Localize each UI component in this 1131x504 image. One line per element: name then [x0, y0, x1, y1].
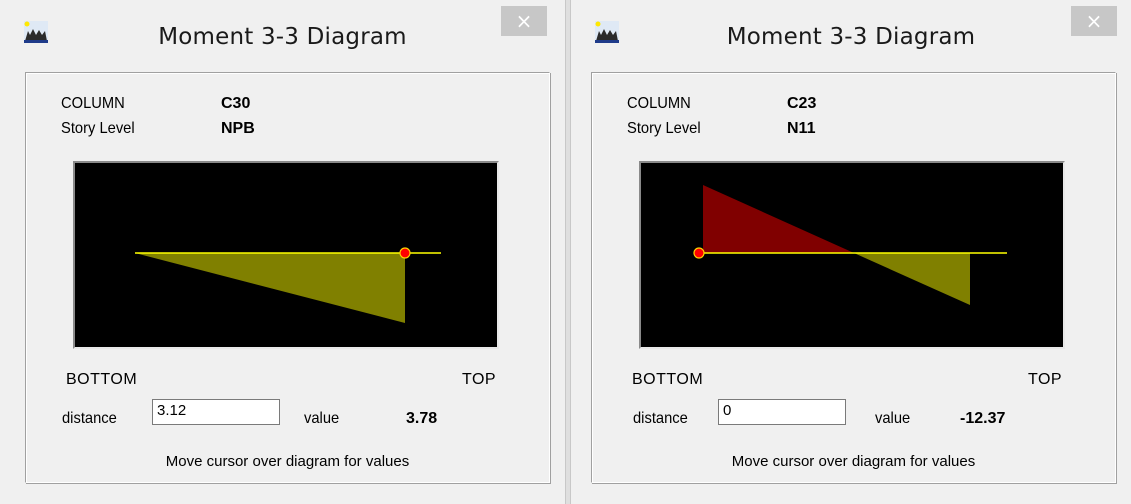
value-readout: 3.78	[406, 410, 438, 427]
cursor-marker	[693, 247, 705, 259]
diagram-panel: COLUMN C30 Story Level NPB BOTTOM TOP di…	[25, 72, 550, 483]
moment-diagram-canvas[interactable]	[639, 161, 1065, 349]
hint-text: Move cursor over diagram for values	[165, 453, 410, 470]
diagram-panel: COLUMN C23 Story Level N11 BOTTOM TOP di…	[591, 72, 1116, 483]
distance-label: distance	[62, 410, 117, 427]
window-title: Moment 3-3 Diagram	[726, 24, 976, 50]
cursor-marker	[399, 247, 411, 259]
distance-field[interactable]: 3.12	[152, 399, 280, 425]
moment-positive-area	[854, 253, 970, 305]
bottom-label: BOTTOM	[66, 371, 138, 388]
story-level-label: Story Level	[627, 120, 701, 137]
app-icon	[595, 21, 619, 43]
column-label: COLUMN	[61, 95, 125, 112]
moment-diagram-plot	[135, 247, 441, 323]
column-label: COLUMN	[627, 95, 691, 112]
title-bar[interactable]: Moment 3-3 Diagram ×	[571, 0, 1131, 68]
distance-field[interactable]: 0	[718, 399, 846, 425]
value-readout: -12.37	[960, 410, 1006, 427]
value-label: value	[875, 410, 911, 427]
distance-label: distance	[633, 410, 688, 427]
title-bar[interactable]: Moment 3-3 Diagram ×	[0, 0, 565, 68]
window-title: Moment 3-3 Diagram	[158, 24, 407, 50]
moment-diagram-plot	[693, 185, 1007, 305]
moment-diagram-window-1: Moment 3-3 Diagram × COLUMN C30 Story Le…	[0, 0, 566, 504]
top-label: TOP	[462, 371, 497, 388]
hint-text: Move cursor over diagram for values	[731, 453, 976, 470]
story-level-value: NPB	[221, 120, 255, 137]
close-button[interactable]: ×	[1071, 6, 1117, 36]
moment-positive-area	[135, 253, 405, 323]
app-icon	[24, 21, 48, 43]
column-value: C23	[787, 95, 817, 112]
story-level-label: Story Level	[61, 120, 135, 137]
value-label: value	[304, 410, 340, 427]
close-button[interactable]: ×	[501, 6, 547, 36]
moment-diagram-canvas[interactable]	[73, 161, 499, 349]
moment-diagram-window-2: Moment 3-3 Diagram × COLUMN C23 Story Le…	[570, 0, 1131, 504]
bottom-label: BOTTOM	[632, 371, 704, 388]
column-value: C30	[221, 95, 251, 112]
story-level-value: N11	[787, 120, 816, 137]
top-label: TOP	[1028, 371, 1063, 388]
moment-negative-area	[703, 185, 854, 253]
